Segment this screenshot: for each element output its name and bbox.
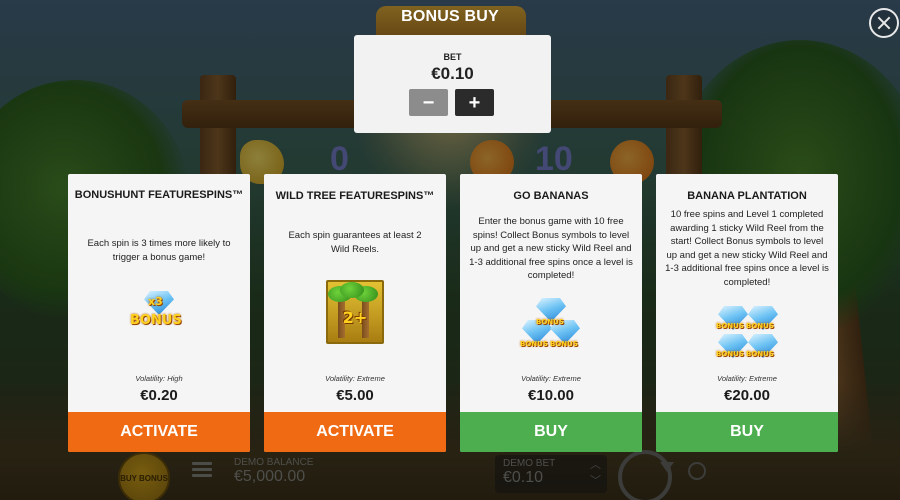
- bonus-diamonds-icon: BONUS BONUS BONUS: [520, 298, 582, 350]
- card-description: Each spin guarantees at least 2 Wild Ree…: [288, 230, 422, 255]
- bonus-card-banana-plantation: BANANA PLANTATION 10 free spins and Leve…: [656, 174, 838, 452]
- card-volatility: Volatility: Extreme: [521, 374, 581, 383]
- card-title: BONUSHUNT FEATURESPINS™: [74, 189, 244, 201]
- card-price: €10.00: [528, 387, 574, 404]
- wild-tree-icon: 2+: [326, 280, 384, 344]
- card-volatility: Volatility: Extreme: [717, 374, 777, 383]
- card-title: WILD TREE FEATURESPINS™: [275, 190, 435, 202]
- bet-label: BET: [443, 52, 462, 62]
- bonus-card-bonushunt: BONUSHUNT FEATURESPINS™ Each spin is 3 t…: [68, 174, 250, 452]
- card-volatility: Volatility: Extreme: [325, 374, 385, 383]
- buy-button[interactable]: BUY: [656, 412, 838, 452]
- bonus-card-go-bananas: GO BANANAS Enter the bonus game with 10 …: [460, 174, 642, 452]
- card-volatility: Volatility: High: [135, 374, 183, 383]
- card-title: GO BANANAS: [513, 190, 589, 202]
- card-price: €20.00: [724, 387, 770, 404]
- card-description: Enter the bonus game with 10 free spins!…: [469, 216, 633, 281]
- bet-controls: − +: [409, 89, 494, 116]
- buy-button[interactable]: BUY: [460, 412, 642, 452]
- card-title: BANANA PLANTATION: [687, 190, 807, 202]
- bonus-card-wild-tree: WILD TREE FEATURESPINS™ Each spin guaran…: [264, 174, 446, 452]
- card-description: Each spin is 3 times more likely to trig…: [87, 238, 231, 263]
- modal-title: BONUS BUY: [401, 8, 499, 25]
- card-price: €0.20: [140, 387, 178, 404]
- close-icon[interactable]: [869, 8, 899, 38]
- activate-button[interactable]: ACTIVATE: [264, 412, 446, 452]
- decrease-bet-button[interactable]: −: [409, 89, 448, 116]
- bet-panel: BET €0.10 − +: [354, 35, 551, 133]
- increase-bet-button[interactable]: +: [455, 89, 494, 116]
- bonus-diamonds-icon: BONUS BONUS BONUS BONUS: [716, 306, 778, 362]
- card-description: 10 free spins and Level 1 completed awar…: [665, 209, 829, 288]
- bet-value: €0.10: [431, 64, 474, 83]
- x3-bonus-icon: x3 BONUS: [128, 287, 190, 339]
- activate-button[interactable]: ACTIVATE: [68, 412, 250, 452]
- card-price: €5.00: [336, 387, 374, 404]
